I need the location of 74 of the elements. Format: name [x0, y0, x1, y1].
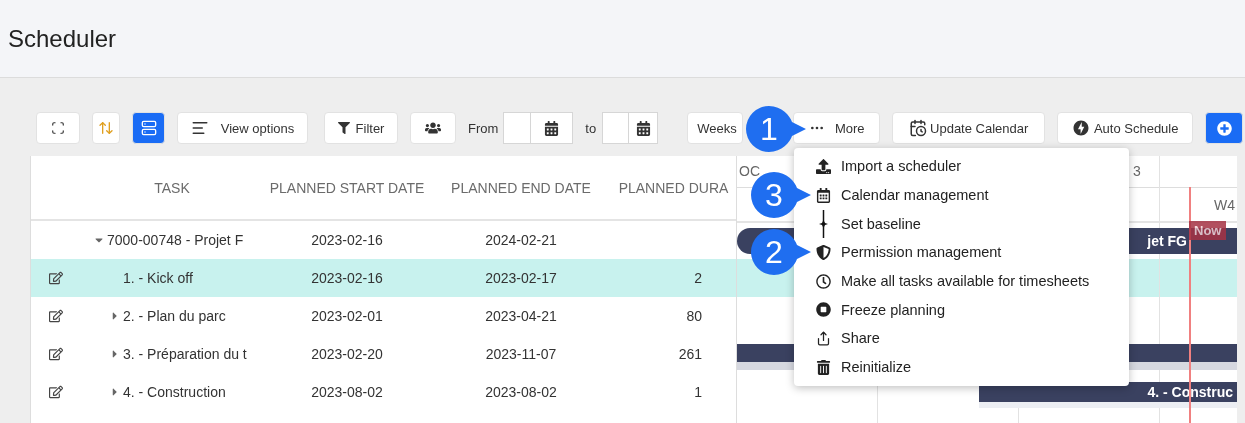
edit-icon[interactable]	[49, 309, 63, 323]
duration: 261	[678, 346, 702, 362]
end-date: 2024-02-21	[485, 232, 557, 248]
column-header: PLANNED START DATE	[269, 179, 425, 196]
to-date-field[interactable]	[602, 112, 630, 144]
fullscreen-icon	[51, 121, 65, 135]
column-header: TASK	[154, 179, 190, 196]
duration: 80	[686, 308, 702, 324]
menu-item[interactable]: Calendar management	[813, 180, 1129, 210]
page-title: Scheduler	[8, 24, 117, 53]
task-name: 7000-00748 - Projet F	[107, 232, 244, 248]
shield-icon	[815, 244, 831, 260]
calendar-icon	[544, 120, 560, 136]
more-button[interactable]: More	[793, 112, 881, 144]
menu-item[interactable]: Permission management	[813, 238, 1129, 267]
column-header: PLANNED END DATE	[451, 179, 591, 196]
menu-item[interactable]: Import a scheduler	[813, 152, 1129, 181]
auto-schedule-button[interactable]: Auto Schedule	[1057, 112, 1194, 144]
week-label: W4	[1214, 197, 1235, 213]
calendar-clock-icon	[909, 119, 928, 137]
calendar-icon	[635, 120, 651, 136]
task-name: 3. - Préparation du t	[123, 346, 247, 362]
now-badge: Now	[1189, 221, 1227, 240]
month-label: 3	[1133, 163, 1141, 179]
menu-item[interactable]: Set baseline	[813, 209, 1129, 239]
clock-icon	[815, 273, 831, 289]
filter-button[interactable]: Filter	[324, 112, 398, 144]
end-date: 2023-02-17	[485, 270, 557, 286]
start-date: 2023-02-16	[311, 270, 383, 286]
users-icon	[425, 120, 441, 136]
callout-marker: 2	[751, 229, 811, 275]
menu-item[interactable]: Reinitialize	[813, 352, 1129, 382]
from-label: From	[468, 120, 499, 136]
start-date: 2023-02-20	[311, 346, 383, 362]
start-date: 2023-02-16	[311, 232, 383, 248]
stop-icon	[815, 302, 831, 318]
menu-item[interactable]: Make all tasks available for timesheets	[813, 266, 1129, 296]
duration: 2	[694, 270, 702, 286]
plus-icon	[1216, 120, 1232, 136]
view-options-button[interactable]: View options	[177, 112, 308, 144]
menu-item[interactable]: Freeze planning	[813, 295, 1129, 325]
filter-icon	[337, 122, 350, 134]
from-date-field[interactable]	[503, 112, 532, 144]
lines-icon	[190, 119, 209, 137]
update-calendar-button[interactable]: Update Calendar	[892, 112, 1046, 144]
share-icon	[815, 330, 831, 346]
calendar-button[interactable]	[531, 112, 574, 144]
upload-icon	[815, 158, 831, 174]
end-date: 2023-11-07	[485, 346, 557, 362]
add-button[interactable]	[1205, 112, 1244, 144]
stacked-rows-icon	[140, 120, 157, 136]
edit-icon[interactable]	[49, 385, 63, 399]
bolt-icon	[1071, 119, 1090, 137]
end-date: 2023-04-21	[485, 308, 557, 324]
trash-icon	[815, 359, 831, 375]
task-name: 4. - Construction	[123, 384, 226, 400]
edit-icon[interactable]	[49, 271, 63, 285]
task-name: 1. - Kick off	[123, 270, 193, 286]
edit-icon[interactable]	[49, 347, 63, 361]
group-button[interactable]	[410, 112, 456, 144]
duration: 1	[694, 384, 702, 400]
task-name: 2. - Plan du parc	[123, 308, 226, 324]
layout-toggle-button[interactable]	[132, 112, 165, 144]
start-date: 2023-02-01	[311, 308, 383, 324]
callout-marker: 1	[746, 106, 806, 152]
calendar-icon	[815, 187, 831, 203]
calendar-button[interactable]	[629, 112, 659, 144]
start-date: 2023-08-02	[311, 384, 383, 400]
column-header: PLANNED DURA	[618, 179, 729, 196]
up-down-arrows-icon	[98, 120, 114, 136]
scale-dropdown[interactable]: Weeks	[687, 112, 744, 144]
to-label: to	[585, 120, 597, 136]
end-date: 2023-08-02	[485, 384, 557, 400]
menu-item[interactable]: Share	[813, 324, 1129, 353]
